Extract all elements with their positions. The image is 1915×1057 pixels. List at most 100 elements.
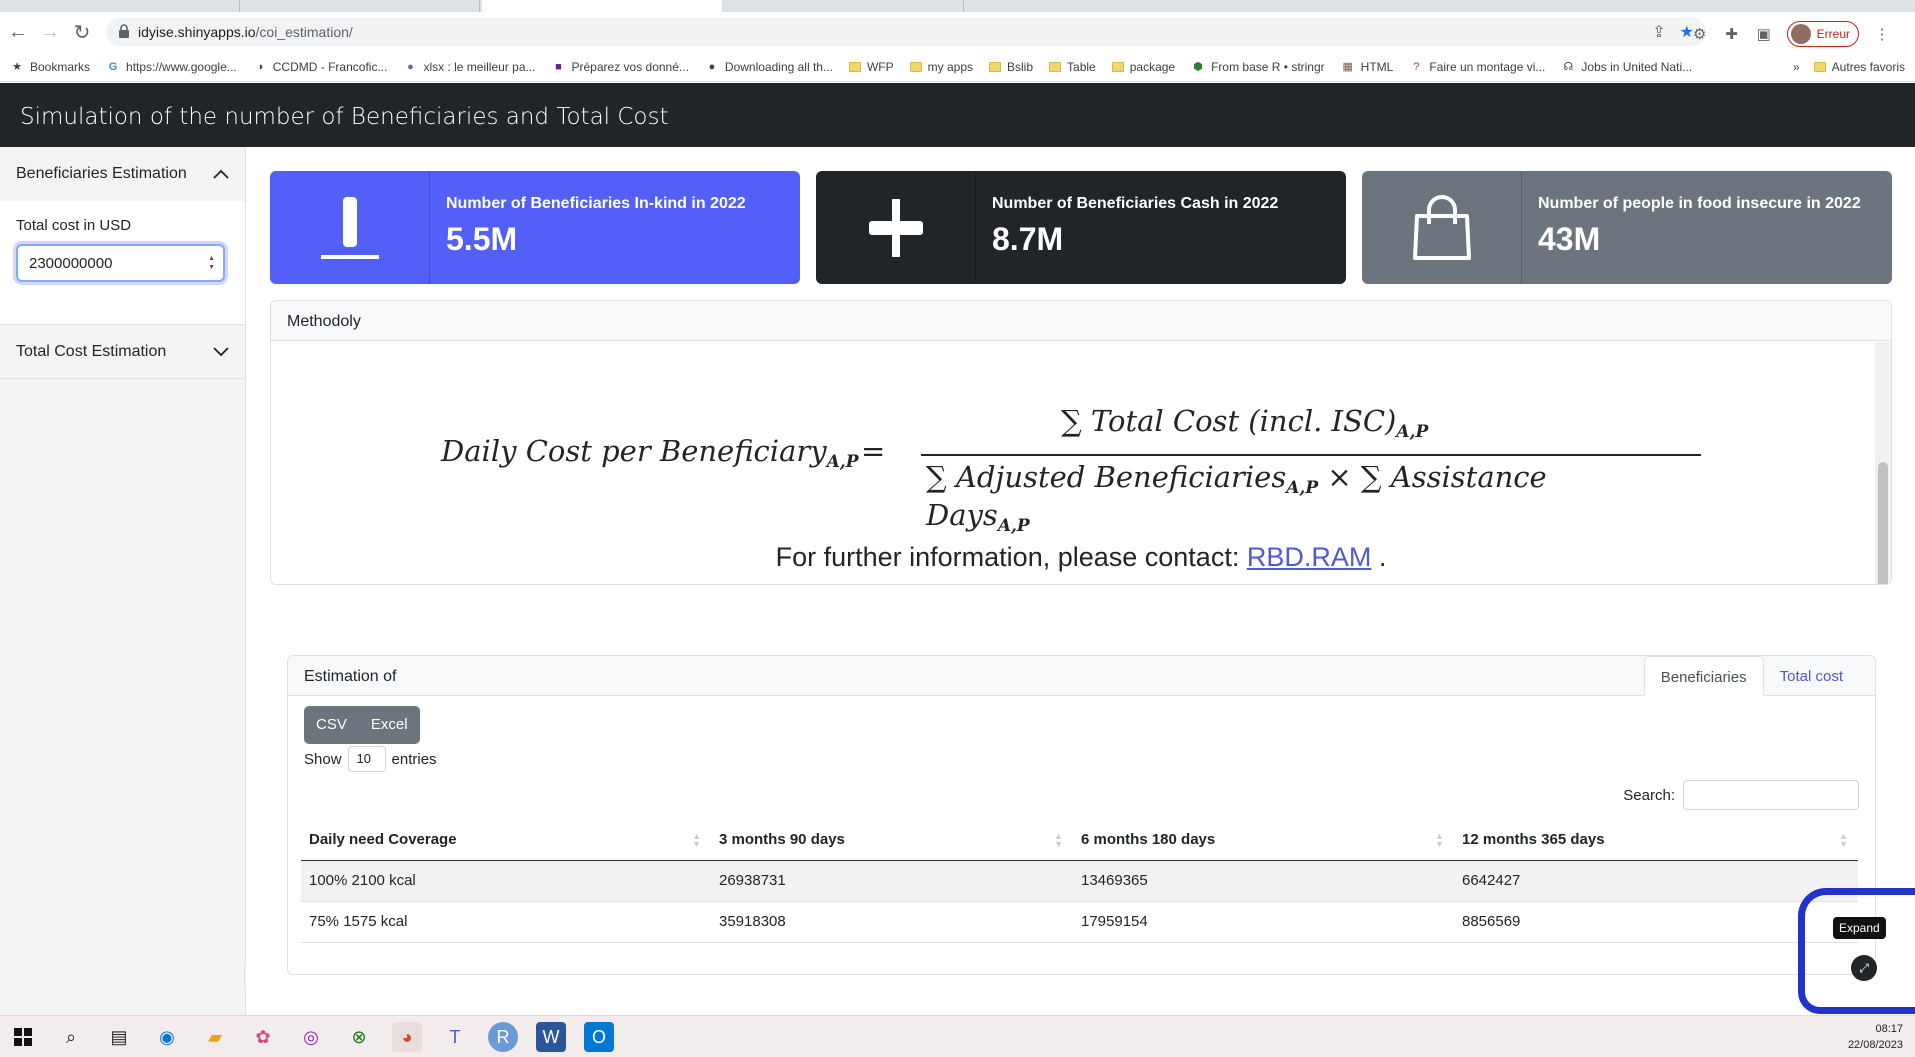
bookmark-item[interactable]: ? Faire un montage vi... xyxy=(1409,60,1545,74)
tab-total-cost[interactable]: Total cost xyxy=(1764,656,1859,696)
xbox-icon[interactable]: ⊗ xyxy=(344,1022,374,1052)
puzzle-icon[interactable]: ✚ xyxy=(1723,25,1741,43)
formula-denominator: ∑ Adjusted BeneficiariesA,P × ∑ Assistan… xyxy=(926,460,1547,536)
extension-icon[interactable]: ⚙ xyxy=(1691,25,1709,43)
bookmark-folder[interactable]: my apps xyxy=(909,60,973,74)
task-view-icon[interactable]: ▤ xyxy=(104,1022,134,1052)
total-cost-label: Total cost in USD xyxy=(16,217,132,234)
value-box-value: 5.5M xyxy=(446,221,518,257)
sidebar: Beneficiaries Estimation Total cost in U… xyxy=(0,147,246,1015)
folder-icon xyxy=(909,61,922,72)
accordion-title: Total Cost Estimation xyxy=(16,342,167,360)
forward-icon[interactable]: → xyxy=(38,20,62,44)
reload-icon[interactable]: ↻ xyxy=(70,20,94,44)
browser-tab[interactable] xyxy=(724,0,964,12)
bookmark-item[interactable]: ■ Préparez vos donné... xyxy=(552,60,689,74)
outlook-icon[interactable]: O xyxy=(584,1022,614,1052)
bookmark-folder[interactable]: WFP xyxy=(848,60,894,74)
url-text: idyise.shinyapps.io/coi_estimation/ xyxy=(138,24,353,40)
i-cursor-icon xyxy=(320,196,379,259)
sort-icon: ▲ ▼ xyxy=(1435,831,1444,849)
table-search: Search: xyxy=(1623,780,1859,810)
folder-icon xyxy=(1049,61,1062,72)
star-icon: ★ xyxy=(12,61,22,73)
menu-dots-icon[interactable]: ⋮ xyxy=(1873,25,1891,43)
app-icon[interactable]: ✿ xyxy=(248,1022,278,1052)
column-header[interactable]: 6 months 180 days ▲ ▼ xyxy=(1073,820,1454,861)
start-icon[interactable] xyxy=(8,1022,38,1052)
formula-lhs: Daily Cost per BeneficiaryA,P xyxy=(441,434,859,472)
column-header[interactable]: 3 months 90 days ▲ ▼ xyxy=(711,820,1073,861)
bookmark-item[interactable]: ● xlsx : le meilleur pa... xyxy=(403,60,535,74)
browser-tab[interactable] xyxy=(240,0,480,12)
bookmark-folder[interactable]: Bslib xyxy=(989,60,1033,74)
contact-line: For further information, please contact:… xyxy=(775,542,1387,572)
folder-icon xyxy=(989,61,1002,72)
page-title: Simulation of the number of Beneficiarie… xyxy=(20,104,669,130)
folder-icon xyxy=(1111,61,1124,72)
bookmark-item[interactable]: ☊ Jobs in United Nati... xyxy=(1561,60,1693,74)
bookmarks-bar: ★ Bookmarks Ghttps://www.google... ◑ CCDMD… xyxy=(0,52,1915,82)
number-spinner[interactable]: ▲ ▼ xyxy=(208,254,215,272)
accordion-beneficiaries-header[interactable]: Beneficiaries Estimation xyxy=(0,147,245,201)
value-box-value: 43M xyxy=(1538,221,1601,257)
site-icon: ■ xyxy=(555,60,562,73)
profile-button[interactable]: Erreur xyxy=(1786,21,1859,47)
other-favorites-folder[interactable]: Autres favoris xyxy=(1813,60,1905,74)
show-entries: Show 10 entries xyxy=(304,746,437,772)
browser-tab-strip xyxy=(0,0,1915,12)
csv-button[interactable]: CSV xyxy=(304,706,359,744)
chrome-icon[interactable]: ◕ xyxy=(392,1022,422,1052)
page-length-select[interactable]: 10 xyxy=(347,746,386,772)
scrollbar-thumb[interactable] xyxy=(1878,462,1888,584)
scrollbar[interactable] xyxy=(1875,342,1891,584)
contact-link[interactable]: RBD.RAM xyxy=(1247,542,1372,572)
back-icon[interactable]: ← xyxy=(6,20,30,44)
card-header: Estimation of xyxy=(288,656,1875,696)
showcase xyxy=(270,171,430,284)
table-row[interactable]: 100% 2100 kcal 26938731 13469365 6642427 xyxy=(301,860,1858,902)
side-panel-icon[interactable]: ▣ xyxy=(1755,25,1773,43)
methodology-body: Daily Cost per BeneficiaryA,P = ∑ Total … xyxy=(271,342,1891,584)
excel-button[interactable]: Excel xyxy=(358,706,420,744)
bookmark-item[interactable]: ◑ CCDMD - Francofic... xyxy=(253,60,387,74)
app-navbar: Simulation of the number of Beneficiarie… xyxy=(0,83,1915,147)
bookmark-folder[interactable]: package xyxy=(1111,60,1175,74)
site-icon: ▦ xyxy=(1342,61,1353,73)
file-explorer-icon[interactable]: ▰ xyxy=(200,1022,230,1052)
search-input[interactable] xyxy=(1683,780,1859,810)
windows-taskbar: ⌕ ▤ ◉ ▰ ✿ ◎ ⊗ ◕ T R W O 08:17 22/08/2023 xyxy=(0,1015,1915,1057)
r-icon[interactable]: R xyxy=(488,1022,518,1052)
browser-tab[interactable] xyxy=(0,0,240,12)
tab-beneficiaries[interactable]: Beneficiaries xyxy=(1643,656,1764,696)
folder-icon xyxy=(848,61,861,72)
accordion-total-cost-header[interactable]: Total Cost Estimation xyxy=(0,325,245,379)
site-icon: ? xyxy=(1413,60,1420,73)
bookmark-item[interactable]: ▦ HTML xyxy=(1341,60,1393,74)
bookmark-folder[interactable]: Table xyxy=(1049,60,1096,74)
total-cost-input[interactable]: 2300000000 ▲ ▼ xyxy=(16,244,225,282)
address-bar[interactable]: idyise.shinyapps.io/coi_estimation/ ⇪ ★ xyxy=(106,18,1706,46)
table-row[interactable]: 75% 1575 kcal 35918308 17959154 8856569 xyxy=(301,901,1858,943)
site-icon: ◑ xyxy=(256,60,264,73)
more-bookmarks-button[interactable]: » xyxy=(1793,60,1800,74)
expand-button[interactable]: ⤢ xyxy=(1851,955,1877,981)
bookmark-item[interactable]: ★ Bookmarks xyxy=(10,60,90,74)
search-icon[interactable]: ⌕ xyxy=(56,1022,86,1052)
bookmark-item[interactable]: ● Downloading all th... xyxy=(705,60,833,74)
teams-icon[interactable]: T xyxy=(440,1022,470,1052)
formula-numerator: ∑ Total Cost (incl. ISC)A,P xyxy=(1061,404,1429,442)
column-header[interactable]: 12 months 365 days ▲ ▼ xyxy=(1454,820,1858,861)
edge-icon[interactable]: ◉ xyxy=(152,1022,182,1052)
share-icon[interactable]: ⇪ xyxy=(1652,22,1665,42)
app-icon[interactable]: ◎ xyxy=(296,1022,326,1052)
bookmark-item[interactable]: Ghttps://www.google... xyxy=(106,60,237,74)
browser-tab-active[interactable] xyxy=(482,0,722,12)
column-header[interactable]: Daily need Coverage ▲ ▼ xyxy=(301,820,711,861)
formula-equals: = xyxy=(861,434,886,468)
sort-icon: ▲ ▼ xyxy=(1054,831,1063,849)
word-icon[interactable]: W xyxy=(536,1022,566,1052)
bookmark-item[interactable]: ⬢ From base R • stringr xyxy=(1191,60,1324,74)
system-clock[interactable]: 08:17 22/08/2023 xyxy=(1848,1021,1903,1053)
estimation-outer: Estimation of Beneficiaries Total cost C… xyxy=(270,655,1892,975)
